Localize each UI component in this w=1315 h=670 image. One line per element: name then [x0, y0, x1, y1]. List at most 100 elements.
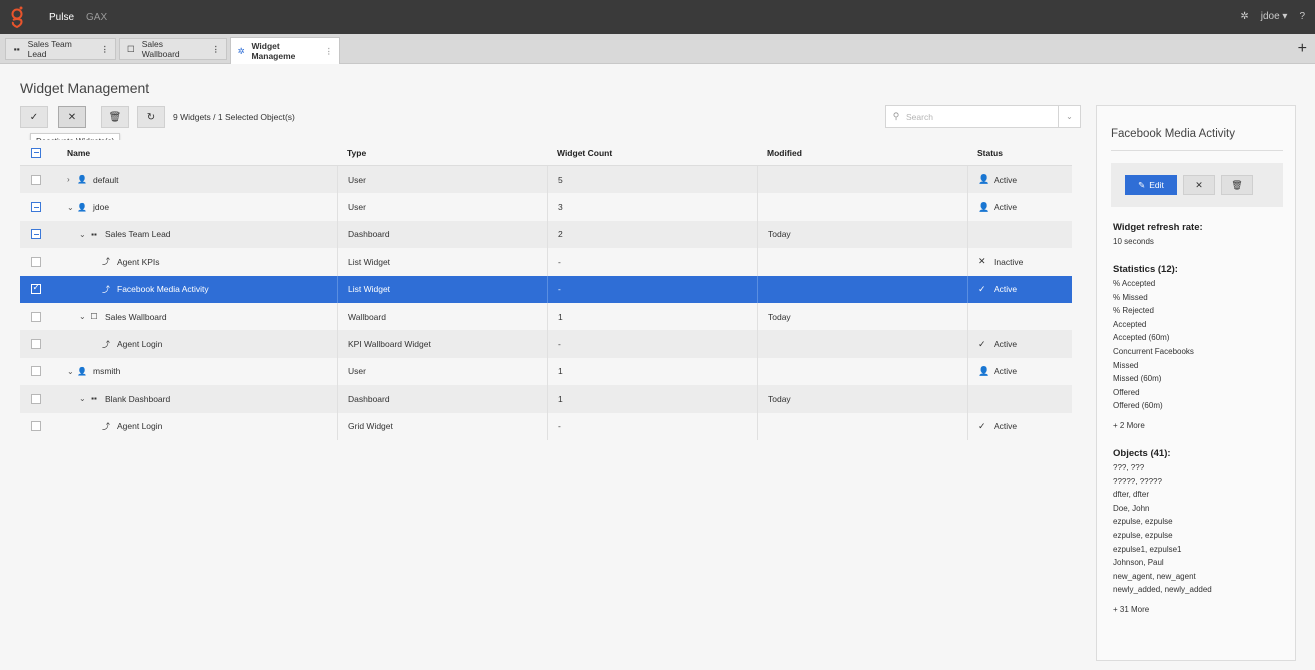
row-checkbox[interactable] — [20, 330, 57, 357]
widget-count-cell: - — [547, 412, 757, 440]
modified-cell: Today — [757, 220, 967, 249]
checkbox[interactable] — [31, 229, 41, 240]
row-checkbox[interactable] — [20, 193, 57, 220]
widget-count-cell: - — [547, 248, 757, 276]
app-name[interactable]: Pulse — [49, 12, 74, 23]
type-cell: User — [337, 166, 547, 194]
wallboard-square-icon: ☐ — [127, 43, 135, 54]
statistic-item: Accepted (60m) — [1113, 333, 1170, 343]
chevron-down-icon[interactable]: ⌄ — [79, 230, 89, 239]
user-menu[interactable]: jdoe ▾ — [1261, 11, 1288, 22]
row-checkbox[interactable] — [20, 276, 57, 303]
row-checkbox[interactable] — [20, 166, 57, 193]
wallboard-square-icon: ☐ — [90, 312, 98, 322]
delete-widget-button[interactable]: 🗑 — [1221, 175, 1253, 195]
table-row[interactable]: ⤴ Agent Login Grid Widget - ✓ Active — [20, 412, 1072, 440]
refresh-icon: ↻ — [146, 111, 156, 123]
table-row[interactable]: ⌄ 👤 jdoe User 3 👤 Active — [20, 193, 1072, 221]
row-checkbox[interactable] — [20, 385, 57, 412]
status-badge: Inactive — [994, 256, 1024, 267]
row-checkbox[interactable] — [20, 358, 57, 385]
deactivate-button[interactable]: ✕ — [58, 106, 86, 128]
activate-button[interactable]: ✓ — [20, 106, 48, 128]
status-badge: Active — [994, 421, 1018, 432]
row-name[interactable]: jdoe — [93, 202, 109, 212]
checkbox[interactable] — [31, 366, 41, 377]
gax-link[interactable]: GAX — [86, 12, 107, 23]
checkbox[interactable] — [31, 147, 41, 158]
row-name[interactable]: Agent Login — [117, 421, 162, 431]
table-row[interactable]: › 👤 default User 5 👤 Active — [20, 166, 1072, 194]
row-name[interactable]: Sales Wallboard — [105, 312, 167, 322]
row-name[interactable]: Blank Dashboard — [105, 394, 170, 404]
statistics-more-link[interactable]: + 2 More — [1113, 421, 1288, 430]
trash-icon: 🗑 — [1231, 179, 1243, 190]
row-checkbox[interactable] — [20, 413, 57, 440]
chevron-down-icon[interactable]: ⌄ — [67, 367, 77, 376]
checkbox[interactable] — [31, 174, 41, 185]
checkbox[interactable] — [31, 311, 41, 322]
statistic-item: % Accepted — [1113, 279, 1156, 288]
gear-icon[interactable]: ✲ — [1240, 11, 1248, 22]
chevron-down-icon[interactable]: ⌄ — [67, 203, 77, 212]
tab-menu-icon[interactable]: ⋮ — [212, 44, 221, 55]
table-row[interactable]: ⤴ Agent KPIs List Widget - ✕ Inactive — [20, 248, 1072, 276]
table-row[interactable]: ⌄ ☐ Sales Wallboard Wallboard 1 Today — [20, 302, 1072, 331]
row-name[interactable]: Sales Team Lead — [105, 229, 171, 239]
checkbox[interactable] — [31, 393, 41, 404]
table-body: › 👤 default User 5 👤 Active ⌄ 👤 jdoe User… — [20, 166, 1072, 440]
row-name[interactable]: Agent Login — [117, 339, 162, 349]
row-checkbox[interactable] — [20, 248, 57, 275]
row-checkbox[interactable] — [20, 221, 57, 248]
search-input[interactable]: ⚲ Search ⌄ — [885, 105, 1081, 128]
table-row[interactable]: ⌄ ▪▪ Sales Team Lead Dashboard 2 Today — [20, 220, 1072, 249]
row-name[interactable]: msmith — [93, 366, 120, 376]
tab-menu-icon[interactable]: ⋮ — [325, 46, 334, 57]
details-panel: Facebook Media Activity ✎ Edit ✕ 🗑 Widge… — [1096, 105, 1296, 661]
checkbox[interactable] — [31, 256, 41, 267]
tab-sales-wallboard[interactable]: ☐ Sales Wallboard ⋮ — [119, 38, 227, 60]
checkbox[interactable] — [31, 339, 41, 350]
row-name[interactable]: Agent KPIs — [117, 257, 160, 267]
genesys-logo-icon[interactable] — [10, 5, 24, 29]
checkbox[interactable] — [31, 202, 41, 213]
search-placeholder[interactable]: Search — [906, 112, 1058, 122]
object-item: new_agent, new_agent — [1113, 571, 1196, 581]
name-cell: ⌄ ▪▪ Sales Team Lead — [57, 221, 337, 248]
delete-button[interactable]: 🗑 — [101, 106, 129, 128]
table-row[interactable]: ⤴ Facebook Media Activity List Widget - … — [20, 275, 1072, 303]
column-header-status[interactable]: Status — [967, 140, 1072, 165]
tab-widget-management[interactable]: ✲ Widget Manageme ⋮ — [230, 37, 340, 64]
tab-menu-icon[interactable]: ⋮ — [101, 44, 110, 55]
refresh-button[interactable]: ↻ — [137, 106, 165, 128]
column-header-type[interactable]: Type — [337, 140, 547, 165]
status-cell: ✓ Active — [967, 412, 1072, 440]
chevron-down-icon[interactable]: ⌄ — [79, 394, 89, 403]
help-icon[interactable]: ? — [1299, 11, 1305, 22]
chevron-down-icon[interactable]: ⌄ — [1058, 106, 1080, 127]
deactivate-widget-button[interactable]: ✕ — [1183, 175, 1215, 195]
column-header-modified[interactable]: Modified — [757, 140, 967, 165]
type-cell: Dashboard — [337, 220, 547, 249]
objects-more-link[interactable]: + 31 More — [1113, 605, 1288, 614]
row-checkbox[interactable] — [20, 303, 57, 330]
table-row[interactable]: ⤴ Agent Login KPI Wallboard Widget - ✓ Ac… — [20, 330, 1072, 358]
tab-label: Widget Manageme — [251, 41, 296, 61]
statistic-item: Missed (60m) — [1113, 374, 1162, 384]
chevron-right-icon[interactable]: › — [67, 175, 77, 184]
row-name[interactable]: Facebook Media Activity — [117, 284, 209, 294]
tab-label: Sales Wallboard — [141, 39, 180, 59]
column-header-name[interactable]: Name — [57, 140, 337, 165]
tab-sales-team-lead[interactable]: ▪▪ Sales Team Lead ⋮ — [5, 38, 116, 60]
checkbox[interactable] — [31, 421, 41, 432]
column-header-count[interactable]: Widget Count — [547, 140, 757, 165]
checkbox[interactable] — [31, 282, 41, 295]
table-row[interactable]: ⌄ 👤 msmith User 1 👤 Active — [20, 357, 1072, 386]
add-tab-icon[interactable]: + — [1298, 40, 1307, 58]
statistic-item: Offered — [1113, 387, 1140, 397]
select-all-checkbox[interactable] — [20, 140, 57, 165]
row-name[interactable]: default — [93, 175, 119, 185]
chevron-down-icon[interactable]: ⌄ — [79, 312, 89, 321]
edit-button[interactable]: ✎ Edit — [1125, 175, 1177, 195]
table-row[interactable]: ⌄ ▪▪ Blank Dashboard Dashboard 1 Today — [20, 385, 1072, 413]
